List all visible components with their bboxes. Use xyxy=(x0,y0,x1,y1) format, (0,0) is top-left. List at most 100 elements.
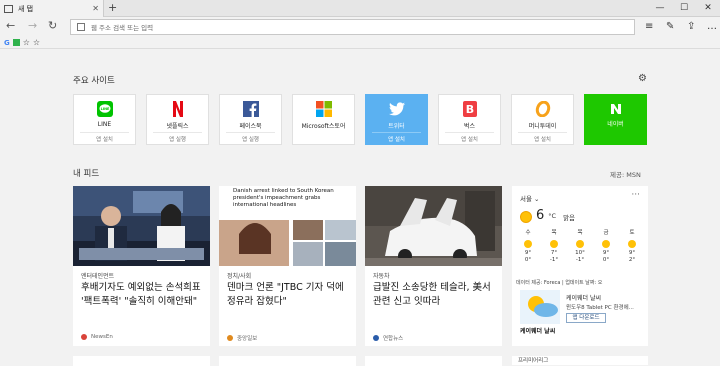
bugs-logo-icon: B xyxy=(439,99,500,119)
current-temperature: 6 xyxy=(536,208,545,223)
tile-action[interactable]: 앱 실행 xyxy=(147,135,208,143)
facebook-logo-icon xyxy=(220,99,281,119)
tile-naver[interactable]: 네이버 xyxy=(584,94,647,145)
tile-moneytoday[interactable]: 머니투데이 앱 설치 xyxy=(511,94,574,145)
news-headline[interactable]: 후배기자도 예외없는 손석희표 '팩트폭력' "솔직히 이해안돼" xyxy=(81,281,205,309)
share-button[interactable]: ⇪ xyxy=(687,21,695,32)
tile-bugs[interactable]: B 벅스 앱 설치 xyxy=(438,94,501,145)
address-bar[interactable]: 웹 주소 검색 또는 입력 xyxy=(70,19,635,35)
tile-divider xyxy=(372,132,421,133)
forecast-high: 9° xyxy=(628,249,636,256)
tile-netflix[interactable]: 넷플릭스 앱 실행 xyxy=(146,94,209,145)
close-window-button[interactable]: ✕ xyxy=(696,0,720,16)
temperature-unit: °C xyxy=(548,212,557,220)
tile-twitter[interactable]: 트위터 앱 설치 xyxy=(365,94,428,145)
maximize-button[interactable]: ☐ xyxy=(672,0,696,16)
tile-name: 네이버 xyxy=(607,121,624,128)
ad-description: 윈도우8 Tablet PC 환경에... xyxy=(566,305,634,311)
tile-divider xyxy=(80,132,129,133)
favorites-bar: G ☆ ☆ xyxy=(0,37,720,49)
weather-city-name: 서울 xyxy=(520,195,532,203)
tile-action[interactable]: 앱 설치 xyxy=(74,135,135,143)
minimize-button[interactable]: — xyxy=(648,0,672,16)
tile-facebook[interactable]: 페이스북 앱 실행 xyxy=(219,94,282,145)
new-tab-button[interactable]: + xyxy=(108,1,117,14)
app-download-button[interactable]: 앱 다운로드 xyxy=(566,313,606,323)
microsoft-logo-icon xyxy=(293,99,354,119)
navigation-bar: ← → ↻ 웹 주소 검색 또는 입력 ≡ ✎ ⇪ … xyxy=(0,17,720,37)
news-source: 연합뉴스 xyxy=(373,334,403,342)
tile-name: 머니투데이 xyxy=(528,123,557,130)
kweather-ad-image[interactable] xyxy=(520,290,560,324)
favorite-google-icon[interactable]: G xyxy=(4,39,10,47)
weather-city[interactable]: 서울 ⌄ xyxy=(520,193,540,203)
tile-action[interactable]: 앱 설치 xyxy=(439,135,500,143)
page-icon xyxy=(77,23,85,31)
news-card[interactable]: 자동차 급발진 소송당한 테슬라, 美서 관련 신고 잇따라 연합뉴스 xyxy=(365,186,502,346)
refresh-button[interactable]: ↻ xyxy=(48,19,57,32)
tile-action[interactable]: 앱 설치 xyxy=(512,135,573,143)
news-headline[interactable]: 급발진 소송당한 테슬라, 美서 관련 신고 잇따라 xyxy=(373,281,497,309)
sun-icon xyxy=(576,239,584,248)
tile-microsoft-store[interactable]: Microsoft스토어 xyxy=(292,94,355,145)
tile-line[interactable]: LINE LINE 앱 설치 xyxy=(73,94,136,145)
news-headline[interactable]: 덴마크 언론 "JTBC 기자 덕에 정유라 잡혔다" xyxy=(227,281,351,309)
forecast-low: 0° xyxy=(524,257,532,263)
back-button[interactable]: ← xyxy=(6,19,15,32)
gear-icon[interactable]: ⚙ xyxy=(638,73,647,84)
favorite-star-icon[interactable]: ☆ xyxy=(23,38,30,47)
address-placeholder: 웹 주소 검색 또는 입력 xyxy=(91,24,154,32)
sun-icon xyxy=(524,239,532,248)
forward-button[interactable]: → xyxy=(28,19,37,32)
news-category: 정치/사회 xyxy=(227,273,252,280)
tile-name: 넷플릭스 xyxy=(166,123,189,130)
web-note-button[interactable]: ✎ xyxy=(666,21,674,32)
tab-new-tab[interactable]: 새 탭 ✕ xyxy=(0,0,104,17)
weather-forecast: 수 9° 0° 목 7° -1° 목 10° -1° 금 9° 0° 토 9° … xyxy=(516,230,644,265)
news-category: 엔터테인먼트 xyxy=(81,273,115,280)
weather-condition: 맑음 xyxy=(563,214,576,222)
tile-divider xyxy=(518,132,567,133)
forecast-low: 0° xyxy=(602,257,610,263)
forecast-high: 9° xyxy=(602,249,610,256)
title-bar: 새 탭 ✕ + — ☐ ✕ xyxy=(0,0,720,17)
news-image-anchors xyxy=(73,186,210,266)
line-logo-icon: LINE xyxy=(74,99,135,119)
tile-name: 트위터 xyxy=(388,123,405,130)
forecast-low: -1° xyxy=(549,257,559,263)
forecast-day-name: 토 xyxy=(629,230,635,236)
tile-name: Microsoft스토어 xyxy=(301,123,346,130)
news-card[interactable]: Danish arrest linked to South Korean pre… xyxy=(219,186,356,346)
forecast-day: 목 10° -1° xyxy=(568,230,592,265)
forecast-day: 목 7° -1° xyxy=(542,230,566,265)
feed-title: 내 피드 xyxy=(73,169,100,179)
premier-league-widget[interactable]: 프리미어리그 xyxy=(512,356,648,365)
tile-divider xyxy=(445,132,494,133)
source-name: NewsEn xyxy=(91,334,113,340)
tile-divider xyxy=(153,132,202,133)
weather-current: 6 °C 맑음 xyxy=(520,208,575,223)
weather-more-button[interactable]: ··· xyxy=(631,190,640,200)
chevron-down-icon: ⌄ xyxy=(534,195,540,203)
tile-action[interactable]: 앱 설치 xyxy=(366,135,427,143)
hub-button[interactable]: ≡ xyxy=(645,21,653,32)
forecast-low: -1° xyxy=(575,257,585,263)
forecast-high: 10° xyxy=(575,249,585,256)
svg-text:B: B xyxy=(465,103,473,116)
tile-action[interactable]: 앱 실행 xyxy=(220,135,281,143)
tile-name: 페이스북 xyxy=(239,123,262,130)
more-button[interactable]: … xyxy=(707,21,717,32)
netflix-logo-icon xyxy=(147,99,208,119)
sun-icon xyxy=(628,239,636,248)
weather-data-credit: 데이터 제공: Foreca | 업데이트 날짜: 오 xyxy=(516,280,603,286)
sun-icon xyxy=(550,239,558,248)
tab-close-icon[interactable]: ✕ xyxy=(92,4,99,13)
forecast-day-name: 목 xyxy=(577,230,583,236)
favorite-star-icon[interactable]: ☆ xyxy=(33,38,40,47)
favorite-naver-icon[interactable] xyxy=(12,39,20,46)
ad-title[interactable]: 케이웨더 날씨 xyxy=(566,293,601,302)
news-card[interactable]: 엔터테인먼트 후배기자도 예외없는 손석희표 '팩트폭력' "솔직히 이해안돼"… xyxy=(73,186,210,346)
image-caption: Danish arrest linked to South Korean pre… xyxy=(233,188,334,208)
svg-text:LINE: LINE xyxy=(100,107,109,111)
weather-widget: 서울 ⌄ ··· 6 °C 맑음 수 9° 0° 목 7° -1° 목 10° … xyxy=(512,186,648,346)
